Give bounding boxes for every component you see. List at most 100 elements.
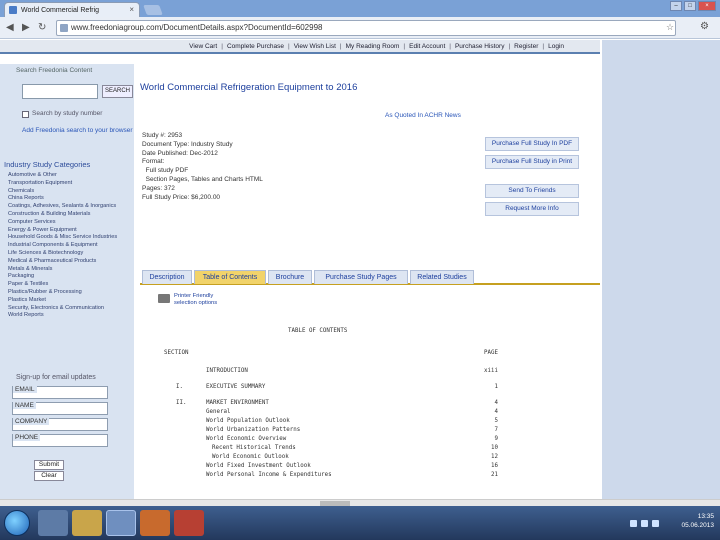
category-link[interactable]: Packaging [8, 273, 132, 281]
toc-entry[interactable]: World Economic Outlook [212, 454, 289, 460]
toc-entry[interactable]: General [206, 409, 230, 415]
category-link[interactable]: Medical & Pharmaceutical Products [8, 258, 132, 266]
toc-entry[interactable]: World Population Outlook [206, 418, 290, 424]
reload-icon[interactable]: ↻ [38, 22, 46, 33]
clock[interactable]: 13:35 05.06.2013 [681, 512, 714, 530]
request-info-button[interactable]: Request More Info [485, 202, 579, 216]
toc-page: 5 [494, 418, 499, 424]
maximize-icon[interactable]: □ [684, 1, 696, 11]
minimize-icon[interactable]: – [670, 1, 682, 11]
language-icon[interactable] [652, 520, 659, 527]
email-field[interactable]: EMAIL [12, 386, 108, 399]
toc-page: 21 [491, 472, 498, 478]
back-icon[interactable]: ◀ [6, 22, 14, 33]
start-button[interactable] [4, 510, 30, 536]
category-link[interactable]: Computer Services [8, 219, 132, 227]
powerpoint-icon[interactable] [174, 510, 204, 536]
new-tab-button[interactable] [143, 5, 163, 15]
info-line: Full study PDF [142, 167, 189, 175]
window-controls: – □ × [670, 1, 716, 11]
toc-entry[interactable]: Recent Historical Trends [212, 445, 296, 451]
search-input[interactable] [22, 84, 98, 99]
right-background [602, 40, 720, 506]
category-link[interactable]: Coatings, Adhesives, Sealants & Inorgani… [8, 203, 132, 211]
as-quoted-link[interactable]: As Quoted In ACHR News [385, 112, 461, 119]
study-info: Study #: 2953 Document Type: Industry Stu… [142, 132, 342, 202]
category-link[interactable]: Transportation Equipment [8, 180, 132, 188]
category-link[interactable]: China Reports [8, 195, 132, 203]
close-icon[interactable]: × [129, 5, 134, 14]
toc-entry[interactable]: EXECUTIVE SUMMARY [206, 384, 265, 390]
volume-icon[interactable] [641, 520, 648, 527]
address-bar[interactable]: www.freedoniagroup.com/DocumentDetails.a… [56, 20, 676, 36]
category-link[interactable]: Industrial Components & Equipment [8, 242, 132, 250]
browser-tab[interactable]: World Commercial Refrig × [4, 2, 140, 17]
category-link[interactable]: Plastics Market [8, 297, 132, 305]
category-link[interactable]: Security, Electronics & Communication [8, 305, 132, 313]
purchase-print-button[interactable]: Purchase Full Study in Print [485, 155, 579, 169]
search-button[interactable]: SEARCH [102, 85, 133, 98]
category-link[interactable]: Chemicals [8, 188, 132, 196]
network-icon[interactable] [630, 520, 637, 527]
printer-icon[interactable] [158, 294, 170, 303]
category-link[interactable]: Paper & Textiles [8, 281, 132, 289]
submit-button[interactable]: Submit [34, 460, 64, 470]
category-link[interactable]: Life Sciences & Biotechnology [8, 250, 132, 258]
left-sidebar: Search Freedonia Content SEARCH Search b… [0, 64, 134, 506]
explorer-icon[interactable] [38, 510, 68, 536]
info-line: Section Pages, Tables and Charts HTML [142, 175, 263, 183]
study-number-label: Search by study number [32, 110, 103, 117]
star-icon[interactable]: ☆ [666, 22, 674, 33]
info-line: Document Type: Industry Study [142, 140, 233, 148]
send-to-friends-button[interactable]: Send To Friends [485, 184, 579, 198]
tab-description[interactable]: Description [142, 270, 192, 284]
toc-entry[interactable]: World Personal Income & Expenditures [206, 472, 332, 478]
toc-page: 4 [494, 409, 499, 415]
forward-icon[interactable]: ▶ [22, 22, 30, 33]
horizontal-scrollbar[interactable] [0, 499, 720, 506]
toc-number: II. [176, 400, 187, 406]
toc-row: World Economic Overview 9 [164, 436, 504, 445]
add-search-link[interactable]: Add Freedonia search to your browser [22, 127, 133, 134]
toc-entry[interactable]: INTRODUCTION [206, 368, 248, 374]
firefox-icon[interactable] [140, 510, 170, 536]
company-field[interactable]: COMPANY [12, 418, 108, 431]
folder-icon[interactable] [72, 510, 102, 536]
section-label: SECTION [164, 350, 189, 356]
phone-field[interactable]: PHONE [12, 434, 108, 447]
browser-toolbar: ◀ ▶ ↻ www.freedoniagroup.com/DocumentDet… [0, 17, 720, 39]
toc-entry[interactable]: World Economic Overview [206, 436, 286, 442]
category-link[interactable]: World Reports [8, 312, 132, 320]
signup-title: Sign-up for email updates [16, 374, 96, 381]
toc-entry[interactable]: World Fixed Investment Outlook [206, 463, 311, 469]
tab-brochure[interactable]: Brochure [268, 270, 312, 284]
toc-row: I. EXECUTIVE SUMMARY 1 [164, 384, 504, 393]
toc-entry[interactable]: World Urbanization Patterns [206, 427, 300, 433]
category-link[interactable]: Plastics/Rubber & Processing [8, 289, 132, 297]
tab-purchase-study-pages[interactable]: Purchase Study Pages [314, 270, 408, 284]
wrench-icon[interactable]: ⚙ [700, 21, 709, 32]
category-link[interactable]: Automotive & Other [8, 172, 132, 180]
category-link[interactable]: Construction & Building Materials [8, 211, 132, 219]
chrome-icon[interactable] [106, 510, 136, 536]
tab-related-studies[interactable]: Related Studies [410, 270, 474, 284]
browser-tab-bar: World Commercial Refrig × – □ × [0, 0, 720, 17]
printer-friendly-link[interactable]: Printer Friendly selection options [174, 293, 217, 306]
purchase-pdf-button[interactable]: Purchase Full Study In PDF [485, 137, 579, 151]
favicon-icon [9, 6, 17, 14]
clock-date: 05.06.2013 [681, 522, 714, 529]
category-link[interactable]: Metals & Minerals [8, 266, 132, 274]
toc-row: INTRODUCTION xiii [164, 368, 504, 377]
toc-row: World Economic Outlook 12 [164, 454, 504, 463]
category-link[interactable]: Household Goods & Misc Service Industrie… [8, 234, 132, 242]
clock-time: 13:35 [697, 513, 714, 520]
tab-table-of-contents[interactable]: Table of Contents [194, 270, 266, 284]
search-title: Search Freedonia Content [16, 67, 93, 74]
category-link[interactable]: Energy & Power Equipment [8, 227, 132, 235]
clear-button[interactable]: Clear [34, 471, 64, 481]
study-number-checkbox[interactable] [22, 111, 29, 118]
window-close-icon[interactable]: × [698, 1, 716, 11]
toc-entry[interactable]: MARKET ENVIRONMENT [206, 400, 269, 406]
name-field[interactable]: NAME [12, 402, 108, 415]
web-page: View Cart | Complete Purchase | View Wish Li… [0, 40, 720, 506]
